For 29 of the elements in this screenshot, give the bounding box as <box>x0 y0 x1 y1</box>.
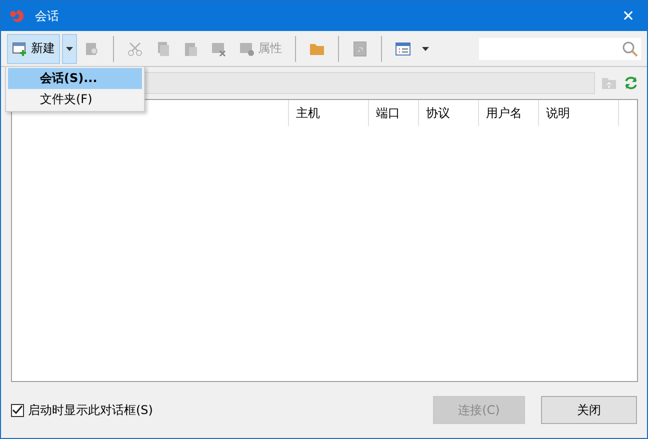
properties-icon <box>239 40 255 56</box>
column-header[interactable]: 端口 <box>369 100 419 126</box>
checkmark-icon <box>12 404 23 416</box>
close-dialog-button[interactable]: 关闭 <box>541 396 637 424</box>
startup-checkbox[interactable]: 启动时显示此对话框(S) <box>11 402 153 418</box>
column-header[interactable]: 说明 <box>539 100 619 126</box>
dropdown-button[interactable] <box>62 34 77 64</box>
column-header[interactable]: 主机 <box>289 100 369 126</box>
shortcut-icon <box>352 40 368 56</box>
scissors-icon <box>127 40 143 56</box>
paste-icon <box>183 40 199 56</box>
document-search-icon <box>84 40 100 56</box>
new-button[interactable]: 新建 <box>7 34 60 64</box>
refresh-icon[interactable] <box>623 75 639 91</box>
details-view-icon <box>395 40 411 56</box>
column-header[interactable]: 用户名 <box>479 100 539 126</box>
search-icon <box>622 40 638 56</box>
caret-icon <box>422 46 429 50</box>
menu-item[interactable]: 文件夹(F) <box>8 89 142 110</box>
close-button[interactable]: ✕ <box>618 7 639 25</box>
delete-icon <box>211 40 227 56</box>
copy-icon <box>155 40 171 56</box>
menu-item[interactable]: 会话(S)... <box>8 68 142 89</box>
caret-icon <box>66 46 73 50</box>
search-field[interactable] <box>479 38 641 60</box>
folder-up-icon <box>601 75 617 91</box>
window-title: 会话 <box>35 8 60 24</box>
new-window-icon <box>12 40 28 56</box>
column-header[interactable]: 协议 <box>419 100 479 126</box>
